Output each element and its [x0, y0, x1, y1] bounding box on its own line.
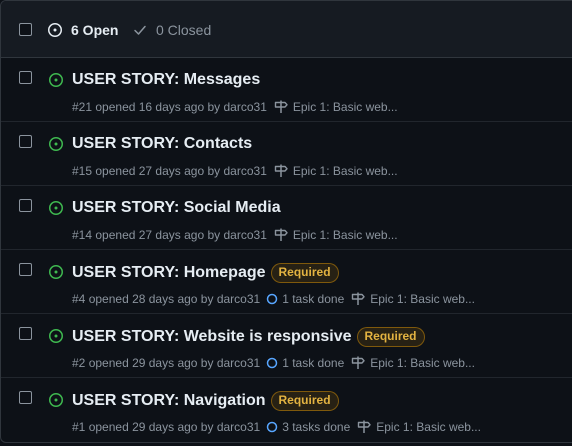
- task-progress-icon: [266, 357, 278, 369]
- issue-open-icon: [49, 265, 63, 279]
- task-progress: 1 task done: [266, 292, 344, 306]
- issue-open-icon: [49, 329, 63, 343]
- closed-count-label: 0 Closed: [156, 22, 212, 38]
- issue-number: #21: [72, 100, 93, 114]
- milestone-link[interactable]: Epic 1: Basic web...: [273, 227, 398, 243]
- issue-open-icon: [49, 201, 63, 215]
- milestone-link[interactable]: Epic 1: Basic web...: [273, 99, 398, 115]
- issue-open-icon: [48, 23, 62, 37]
- issue-author-link[interactable]: darco31: [224, 164, 267, 178]
- issue-title-link[interactable]: USER STORY: Social Media: [72, 199, 281, 217]
- milestone-link[interactable]: Epic 1: Basic web...: [350, 291, 475, 307]
- issue-meta: #14 opened 27 days ago by darco31 Epic 1…: [72, 227, 398, 243]
- task-progress-icon: [266, 421, 278, 433]
- label-required[interactable]: Required: [270, 263, 339, 283]
- issue-meta: #15 opened 27 days ago by darco31 Epic 1…: [72, 163, 398, 179]
- issue-author-link[interactable]: darco31: [217, 420, 260, 434]
- closed-issues-filter[interactable]: 0 Closed: [132, 22, 211, 38]
- milestone-icon: [358, 420, 371, 433]
- select-all-checkbox[interactable]: [19, 23, 32, 36]
- issue-checkbox[interactable]: [19, 135, 32, 148]
- milestone-label: Epic 1: Basic web...: [292, 100, 398, 114]
- label-required[interactable]: Required: [356, 327, 425, 347]
- milestone-label: Epic 1: Basic web...: [376, 420, 481, 434]
- issues-box: 6 Open 0 Closed USER STORY: Messages #21…: [0, 0, 572, 443]
- issue-number: #1: [72, 420, 86, 434]
- issue-author-link[interactable]: darco31: [217, 292, 260, 306]
- issue-meta: #1 opened 29 days ago by darco31 3 tasks…: [72, 419, 481, 435]
- issue-opened-text: opened 28 days ago by: [88, 292, 214, 306]
- issue-title-link[interactable]: USER STORY: Messages: [72, 71, 260, 89]
- issue-checkbox[interactable]: [19, 263, 32, 276]
- milestone-link[interactable]: Epic 1: Basic web...: [350, 355, 475, 371]
- issue-number: #4: [72, 292, 86, 306]
- issue-opened-text: opened 29 days ago by: [88, 356, 214, 370]
- milestone-icon: [274, 164, 288, 177]
- issue-title-link[interactable]: USER STORY: Navigation: [72, 392, 266, 410]
- issue-row: USER STORY: Homepage Required #4 opened …: [1, 250, 572, 314]
- issue-checkbox[interactable]: [19, 327, 32, 340]
- milestone-link[interactable]: Epic 1: Basic web...: [356, 419, 481, 435]
- milestone-label: Epic 1: Basic web...: [370, 292, 475, 306]
- issue-number: #15: [72, 164, 93, 178]
- issue-opened-text: opened 27 days ago by: [95, 228, 221, 242]
- issue-number: #2: [72, 356, 86, 370]
- issue-author-link[interactable]: darco31: [224, 228, 267, 242]
- milestone-label: Epic 1: Basic web...: [292, 164, 398, 178]
- issue-open-icon: [49, 73, 63, 87]
- check-icon: [134, 25, 146, 35]
- issue-meta: #4 opened 28 days ago by darco31 1 task …: [72, 291, 475, 307]
- task-progress-label: 1 task done: [282, 356, 345, 370]
- issue-checkbox[interactable]: [19, 391, 32, 404]
- milestone-icon: [274, 100, 288, 113]
- milestone-label: Epic 1: Basic web...: [370, 356, 475, 370]
- issue-opened-text: opened 29 days ago by: [88, 420, 214, 434]
- issue-meta: #2 opened 29 days ago by darco31 1 task …: [72, 355, 475, 371]
- issue-opened-text: opened 16 days ago by: [95, 100, 221, 114]
- issue-title-link[interactable]: USER STORY: Website is responsive: [72, 328, 352, 346]
- issue-open-icon: [49, 393, 63, 407]
- issue-row: USER STORY: Website is responsive Requir…: [1, 314, 572, 378]
- task-progress-label: 3 tasks done: [282, 420, 351, 434]
- issue-title-link[interactable]: USER STORY: Contacts: [72, 135, 252, 153]
- issue-open-icon: [49, 137, 63, 151]
- issue-checkbox[interactable]: [19, 199, 32, 212]
- task-progress: 1 task done: [266, 356, 344, 370]
- issue-title-link[interactable]: USER STORY: Homepage: [72, 264, 266, 282]
- task-progress-icon: [266, 293, 278, 305]
- label-required[interactable]: Required: [270, 391, 339, 411]
- issue-author-link[interactable]: darco31: [217, 356, 260, 370]
- milestone-icon: [352, 356, 365, 369]
- issue-list: USER STORY: Messages #21 opened 16 days …: [1, 58, 572, 441]
- issues-header: 6 Open 0 Closed: [1, 1, 572, 58]
- issue-row: USER STORY: Contacts #15 opened 27 days …: [1, 122, 572, 186]
- task-progress: 3 tasks done: [266, 420, 350, 434]
- issue-row: USER STORY: Social Media #14 opened 27 d…: [1, 186, 572, 250]
- issue-opened-text: opened 27 days ago by: [95, 164, 221, 178]
- milestone-link[interactable]: Epic 1: Basic web...: [273, 163, 398, 179]
- issue-row: USER STORY: Navigation Required #1 opene…: [1, 378, 572, 441]
- milestone-label: Epic 1: Basic web...: [292, 228, 398, 242]
- open-issues-filter[interactable]: 6 Open: [47, 22, 118, 38]
- issue-author-link[interactable]: darco31: [224, 100, 267, 114]
- issue-meta: #21 opened 16 days ago by darco31 Epic 1…: [72, 99, 398, 115]
- task-progress-label: 1 task done: [282, 292, 345, 306]
- milestone-icon: [274, 228, 288, 241]
- issue-number: #14: [72, 228, 93, 242]
- open-count-label: 6 Open: [71, 22, 119, 38]
- issue-row: USER STORY: Messages #21 opened 16 days …: [1, 58, 572, 122]
- milestone-icon: [352, 292, 365, 305]
- issue-checkbox[interactable]: [19, 71, 32, 84]
